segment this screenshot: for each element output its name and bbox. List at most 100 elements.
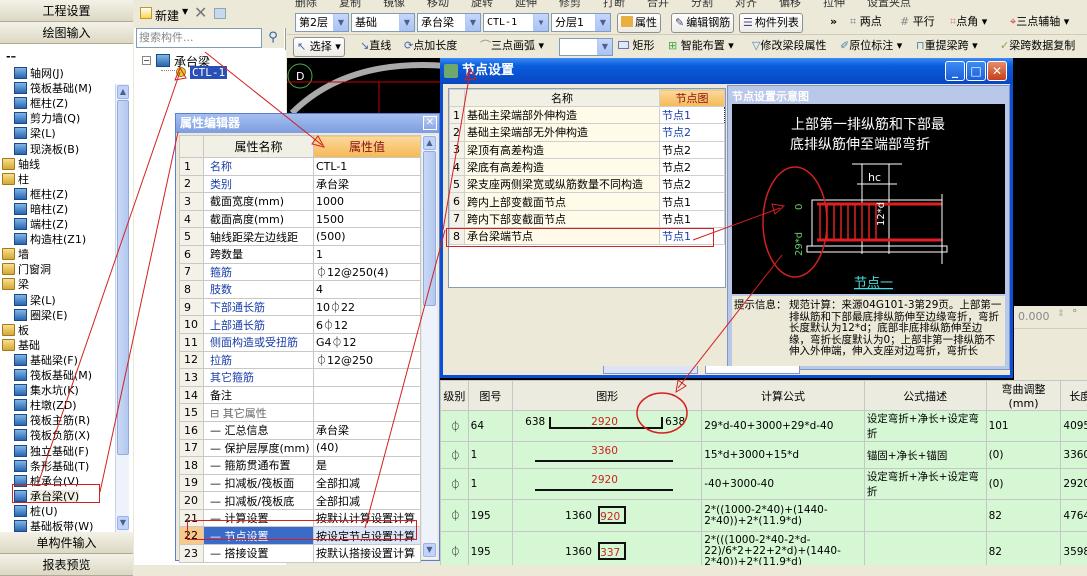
nav-drawing-input[interactable]: 绘图输入 xyxy=(0,22,133,44)
node-value[interactable]: 节点2 xyxy=(660,158,725,175)
edit-tool-button[interactable]: 复制 xyxy=(339,0,361,9)
property-value[interactable]: 1 xyxy=(314,245,421,263)
nav-tree-item[interactable]: 基础梁(F) xyxy=(14,353,78,368)
rebar-formula[interactable]: -40+3000-40 xyxy=(702,469,865,500)
rebar-desc[interactable] xyxy=(864,532,986,566)
nav-tree-item[interactable]: 梁(L) xyxy=(14,126,56,141)
line-button[interactable]: ↘直线 xyxy=(357,37,394,57)
edit-tool-button[interactable]: 旋转 xyxy=(471,0,493,9)
nav-tree-item[interactable]: 筏板基础(M) xyxy=(14,368,92,383)
node-row[interactable]: 5梁支座两侧梁宽或纵筋数量不同构造节点2 xyxy=(450,176,725,193)
edit-tool-button[interactable]: 移动 xyxy=(427,0,449,9)
new-dropdown-icon[interactable]: ▼ xyxy=(182,7,188,16)
layer-select[interactable]: 分层1▼ xyxy=(551,13,611,32)
edit-tool-button[interactable]: 偏移 xyxy=(779,0,801,9)
nav-tree-item[interactable]: 梁(L) xyxy=(14,293,56,308)
rebar-desc[interactable]: 锚固+净长+锚固 xyxy=(864,442,986,469)
rebar-desc[interactable]: 设定弯折+净长+设定弯折 xyxy=(864,469,986,500)
nav-tree-item[interactable]: 柱墩(ZD) xyxy=(14,398,77,413)
nav-tree-item[interactable]: 条形基础(T) xyxy=(14,459,89,474)
node-value[interactable]: 节点2 xyxy=(660,176,725,193)
nav-tree-item[interactable]: 框柱(Z) xyxy=(14,96,68,111)
property-value[interactable]: 10⏀22 xyxy=(314,298,421,316)
property-value[interactable]: 全部扣减 xyxy=(314,492,421,510)
nav-tree-item[interactable]: 板 xyxy=(2,323,29,338)
scroll-down-icon[interactable]: ▼ xyxy=(117,516,129,530)
property-row[interactable]: 20— 扣减板/筏板底全部扣减 xyxy=(180,492,421,510)
rebar-formula[interactable]: 15*d+3000+15*d xyxy=(702,442,865,469)
category-select[interactable]: 基础▼ xyxy=(351,13,415,32)
property-value[interactable]: 承台梁 xyxy=(314,421,421,439)
edit-tool-button[interactable]: 设置夹点 xyxy=(867,0,911,9)
edit-tool-button[interactable]: 拉伸 xyxy=(823,0,845,9)
property-row[interactable]: 2类别承台梁 xyxy=(180,175,421,193)
nav-tree-item[interactable]: 墙 xyxy=(2,247,29,262)
floor-select[interactable]: 第2层▼ xyxy=(295,13,349,32)
search-icon[interactable]: ⚲ xyxy=(262,28,284,48)
property-value[interactable]: 承台梁 xyxy=(314,175,421,193)
rebar-row[interactable]: ⏀64638292063829*d-40+3000+29*d-40设定弯折+净长… xyxy=(441,411,1087,442)
rebar-col-header[interactable]: 图号 xyxy=(468,381,512,411)
nav-tree-item[interactable]: 圈梁(E) xyxy=(14,308,68,323)
two-points-button[interactable]: ⌗ 两点 xyxy=(847,13,885,33)
delete-icon[interactable]: ✕ xyxy=(194,3,207,22)
copy-span-data-button[interactable]: ✓梁跨数据复制 xyxy=(997,37,1078,57)
property-row[interactable]: 12拉筋⏀12@250 xyxy=(180,351,421,369)
smart-layout-button[interactable]: ⊞ 智能布置 ▾ xyxy=(665,37,737,57)
property-value[interactable]: 4 xyxy=(314,281,421,299)
point-angle-button[interactable]: ⌗点角 ▾ xyxy=(947,13,990,33)
rebar-formula[interactable]: 2*(((1000-2*40-2*d-22)/6*2+22+2*d)+(1440… xyxy=(702,532,865,566)
node-row[interactable]: 3梁顶有高差构造节点2 xyxy=(450,141,725,158)
rebar-bend[interactable]: (0) xyxy=(986,442,1061,469)
more-chevron-icon[interactable]: » xyxy=(827,13,840,33)
select-button[interactable]: ↖ 选择 ▾ xyxy=(293,37,345,57)
property-row[interactable]: 7箍筋⏀12@250(4) xyxy=(180,263,421,281)
rebar-row[interactable]: ⏀12920-40+3000-40设定弯折+净长+设定弯折(0)2920 xyxy=(441,469,1087,500)
nav-project-settings[interactable]: 工程设置 xyxy=(0,0,133,22)
property-row[interactable]: 19— 扣减板/筏板面全部扣减 xyxy=(180,474,421,492)
node-value[interactable]: 节点1 xyxy=(660,107,725,124)
node-value[interactable]: 节点2 xyxy=(660,124,725,141)
nav-tree-item[interactable]: 门窗洞 xyxy=(2,262,51,277)
rebar-col-header[interactable]: 弯曲调整(mm) xyxy=(986,381,1061,411)
rebar-row[interactable]: ⏀1336015*d+3000+15*d锚固+净长+锚固(0)3360 xyxy=(441,442,1087,469)
edit-tool-button[interactable]: 合并 xyxy=(647,0,669,9)
nav-tree-item[interactable]: 框柱(Z) xyxy=(14,187,68,202)
nav-tree-item[interactable]: 现浇板(B) xyxy=(14,142,79,157)
property-value[interactable]: 1000 xyxy=(314,193,421,211)
nav-tree-item[interactable]: 轴线 xyxy=(2,157,40,172)
nav-tree-item[interactable]: 筏板主筋(R) xyxy=(14,413,90,428)
type-select[interactable]: 承台梁▼ xyxy=(417,13,481,32)
property-row[interactable]: 6跨数量1 xyxy=(180,245,421,263)
nav-tree-item[interactable]: 独立基础(F) xyxy=(14,444,89,459)
nav-report-preview[interactable]: 报表预览 xyxy=(0,554,133,576)
tree-item-ctl1[interactable]: CTL-1 xyxy=(190,66,227,79)
node-value[interactable]: 节点1 xyxy=(660,193,725,210)
property-row[interactable]: 13其它箍筋 xyxy=(180,369,421,387)
node-value[interactable]: 节点1 xyxy=(660,228,725,245)
property-row[interactable]: 8肢数4 xyxy=(180,281,421,299)
nav-tree-item[interactable]: 桩承台(V) xyxy=(14,474,79,489)
nav-tree-item[interactable]: 梁 xyxy=(2,277,29,292)
nav-tree-item[interactable]: 剪力墙(Q) xyxy=(14,111,80,126)
scroll-up-icon[interactable]: ▲ xyxy=(117,85,129,99)
maximize-icon[interactable]: □ xyxy=(966,61,986,81)
in-situ-mark-button[interactable]: ✐原位标注 ▾ xyxy=(837,37,905,57)
edit-tool-button[interactable]: 打断 xyxy=(603,0,625,9)
nav-tree-item[interactable]: 桩(U) xyxy=(14,504,58,519)
property-value[interactable]: ⏀12@250 xyxy=(314,351,421,369)
property-value[interactable]: 是 xyxy=(314,457,421,475)
nav-tree-item[interactable]: 构造柱(Z1) xyxy=(14,232,86,247)
edit-tool-button[interactable]: 对齐 xyxy=(735,0,757,9)
node-value[interactable]: 节点1 xyxy=(660,210,725,227)
property-value[interactable]: (500) xyxy=(314,228,421,246)
nav-tree-item[interactable]: 基础板带(W) xyxy=(14,519,93,532)
nav-tree-item[interactable]: 端柱(Z) xyxy=(14,217,68,232)
nav-tree-item[interactable]: 筏板基础(M) xyxy=(14,81,92,96)
parallel-button[interactable]: # 平行 xyxy=(897,13,938,33)
collapse-all-icon[interactable]: -– xyxy=(6,50,16,63)
node-value[interactable]: 节点2 xyxy=(660,141,725,158)
property-value[interactable]: ⏀12@250(4) xyxy=(314,263,421,281)
arc-options-select[interactable]: ▼ xyxy=(559,38,613,56)
close-icon[interactable]: ✕ xyxy=(987,61,1007,81)
